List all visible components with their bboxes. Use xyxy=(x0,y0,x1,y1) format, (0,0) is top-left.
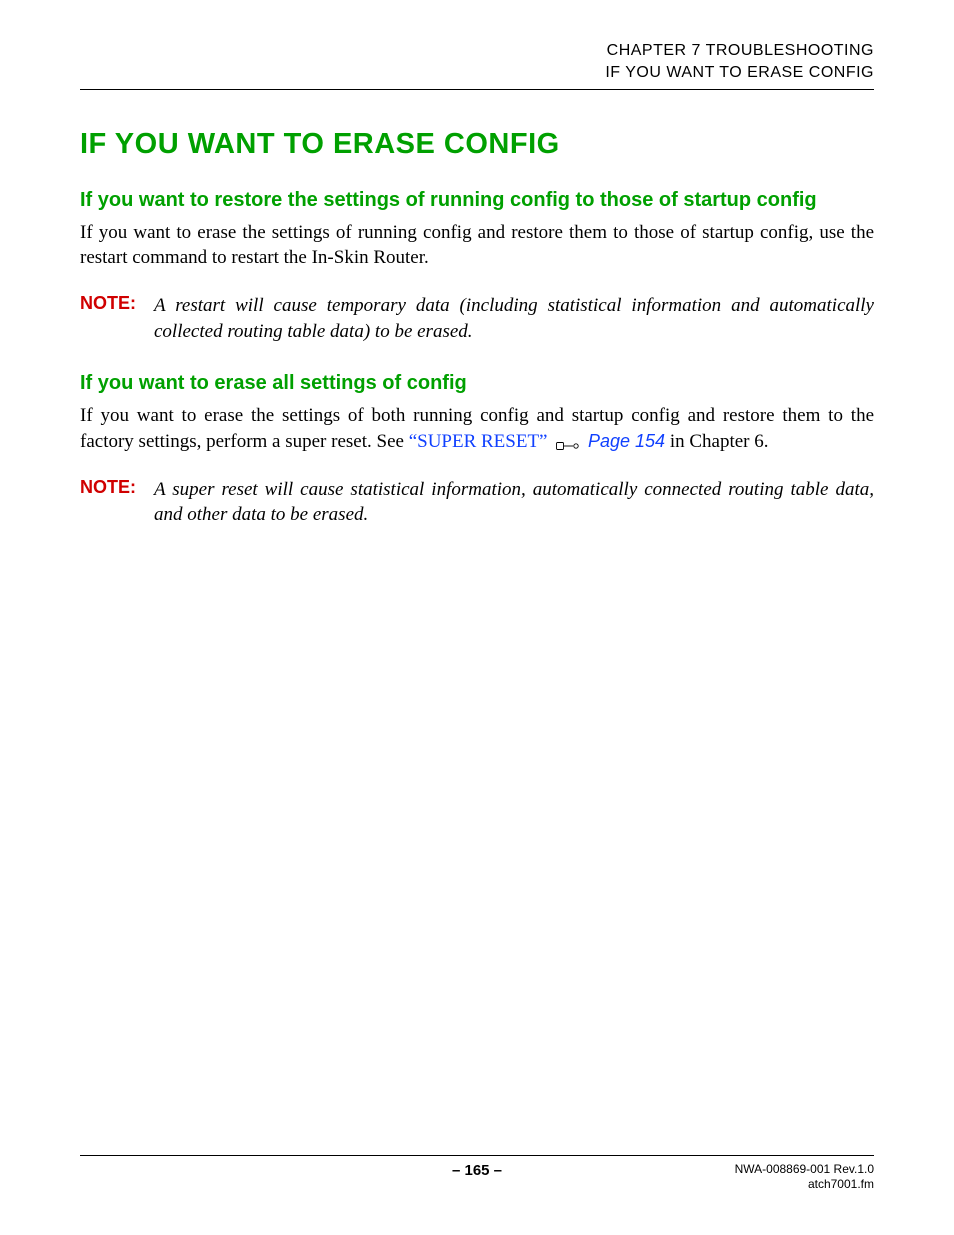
note-text-erase-all: A super reset will cause statistical inf… xyxy=(154,477,874,528)
page-title: IF YOU WANT TO ERASE CONFIG xyxy=(80,128,874,161)
finger-point-icon xyxy=(556,435,580,449)
header-section: IF YOU WANT TO ERASE CONFIG xyxy=(80,62,874,84)
body-restore: If you want to erase the settings of run… xyxy=(80,220,874,271)
subheading-restore: If you want to restore the settings of r… xyxy=(80,189,874,212)
note-block-erase-all: NOTE: A super reset will cause statistic… xyxy=(80,477,874,528)
body-erase-all: If you want to erase the settings of bot… xyxy=(80,403,874,454)
note-label: NOTE: xyxy=(80,477,154,498)
running-header: CHAPTER 7 TROUBLESHOOTING IF YOU WANT TO… xyxy=(80,40,874,85)
body-post-text: in Chapter 6. xyxy=(665,431,768,452)
note-text-restore: A restart will cause temporary data (inc… xyxy=(154,293,874,344)
link-super-reset[interactable]: “SUPER RESET” xyxy=(409,431,548,452)
footer-doc-id: NWA-008869-001 Rev.1.0 xyxy=(674,1162,874,1178)
header-chapter: CHAPTER 7 TROUBLESHOOTING xyxy=(80,40,874,62)
footer-file: atch7001.fm xyxy=(674,1177,874,1193)
footer-rule xyxy=(80,1155,874,1156)
note-block-restore: NOTE: A restart will cause temporary dat… xyxy=(80,293,874,344)
subheading-erase-all: If you want to erase all settings of con… xyxy=(80,372,874,395)
link-page-154[interactable]: Page 154 xyxy=(588,431,665,451)
footer-doc-info: NWA-008869-001 Rev.1.0 atch7001.fm xyxy=(674,1162,874,1193)
note-label: NOTE: xyxy=(80,293,154,314)
page-footer: – 165 – NWA-008869-001 Rev.1.0 atch7001.… xyxy=(80,1155,874,1193)
page-number: – 165 – xyxy=(280,1162,674,1179)
header-rule xyxy=(80,89,874,90)
